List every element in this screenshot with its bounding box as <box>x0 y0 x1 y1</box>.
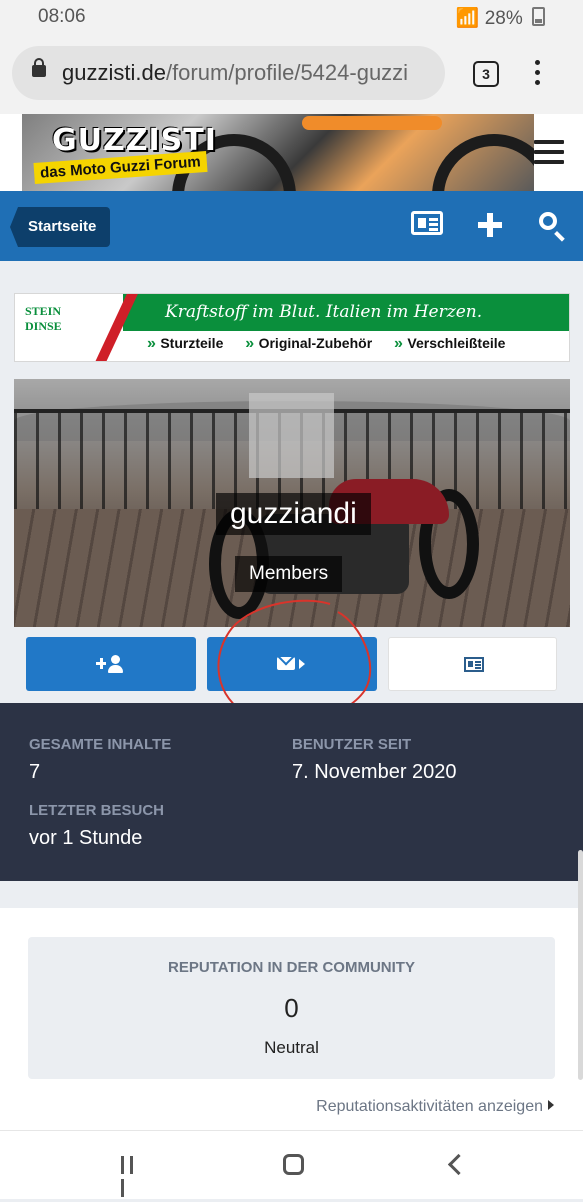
hamburger-icon[interactable] <box>534 140 564 164</box>
browser-menu-icon[interactable] <box>535 60 541 86</box>
signal-icon: 📶 <box>455 8 480 29</box>
news-icon[interactable] <box>411 211 443 235</box>
stat-value: 7. November 2020 <box>292 761 457 783</box>
message-button[interactable] <box>207 637 377 691</box>
ad-item: Sturzteile <box>147 335 223 351</box>
battery-level: 28% <box>484 8 523 29</box>
system-navigation-bar <box>0 1130 583 1199</box>
follow-button[interactable] <box>26 637 196 691</box>
reputation-link-label: Reputationsaktivitäten anzeigen <box>316 1098 543 1115</box>
view-content-button[interactable] <box>388 637 557 691</box>
breadcrumb-home[interactable]: Startseite <box>9 207 111 247</box>
browser-toolbar: guzzisti.de/forum/profile/5424-guzzi 3 <box>0 34 583 114</box>
stat-label: Benutzer seit <box>292 736 412 753</box>
reputation-value: 0 <box>284 993 299 1023</box>
site-header: GUZZISTI das Moto Guzzi Forum <box>0 114 583 191</box>
url-domain: guzzisti.de <box>62 60 166 85</box>
status-time: 08:06 <box>38 6 86 27</box>
recent-apps-icon[interactable] <box>121 1156 143 1197</box>
stat-value: vor 1 Stunde <box>29 827 143 849</box>
search-icon[interactable] <box>539 212 557 230</box>
content-icon <box>464 657 484 672</box>
site-logo-banner[interactable]: GUZZISTI das Moto Guzzi Forum <box>22 114 534 191</box>
back-icon[interactable] <box>447 1153 470 1176</box>
mail-icon <box>277 657 295 670</box>
scrollbar[interactable] <box>578 850 583 1080</box>
reputation-card: REPUTATION IN DER COMMUNITY 0 Neutral <box>28 937 555 1079</box>
status-bar: 08:06 📶 28% <box>0 0 583 34</box>
lock-icon <box>32 58 46 77</box>
url-text[interactable]: guzzisti.de/forum/profile/5424-guzzi <box>62 60 437 86</box>
status-right: 📶 28% <box>456 6 545 30</box>
profile-username: guzziandi <box>216 493 371 535</box>
ad-logo: STEIN DINSE <box>25 304 62 333</box>
stat-label: Gesamte Inhalte <box>29 736 172 753</box>
ad-item: Original-Zubehör <box>245 335 372 351</box>
home-icon[interactable] <box>283 1154 304 1175</box>
url-path: /forum/profile/5424-guzzi <box>165 60 409 85</box>
profile-content: REPUTATION IN DER COMMUNITY 0 Neutral Re… <box>0 908 583 1130</box>
profile-cover-photo: guzziandi Members <box>14 379 570 627</box>
address-bar[interactable]: guzzisti.de/forum/profile/5424-guzzi <box>12 46 445 100</box>
battery-icon <box>532 7 545 26</box>
caret-right-icon <box>548 1100 554 1110</box>
ad-slogan: Kraftstoff im Blut. Italien im Herzen. <box>165 302 483 322</box>
ad-items: Sturzteile Original-Zubehör Verschleißte… <box>147 335 523 353</box>
motorcycle-photo <box>189 459 509 619</box>
tab-switcher-button[interactable]: 3 <box>473 61 499 87</box>
profile-group: Members <box>235 556 343 592</box>
ad-item: Verschleißteile <box>394 335 505 351</box>
follow-icon <box>96 655 126 675</box>
plus-icon[interactable] <box>478 213 502 237</box>
profile-stats: Gesamte Inhalte 7 Benutzer seit 7. Novem… <box>0 703 583 881</box>
reputation-title: REPUTATION IN DER COMMUNITY <box>168 959 415 976</box>
advertisement-banner[interactable]: STEIN DINSE Kraftstoff im Blut. Italien … <box>14 293 570 362</box>
navigation-bar: Startseite <box>0 191 583 261</box>
caret-right-icon <box>299 659 305 669</box>
reputation-level: Neutral <box>264 1038 319 1057</box>
stat-label: Letzter Besuch <box>29 802 164 819</box>
stat-value: 7 <box>29 761 41 783</box>
reputation-activity-link[interactable]: Reputationsaktivitäten anzeigen <box>316 1098 554 1116</box>
avatar[interactable] <box>249 393 334 478</box>
